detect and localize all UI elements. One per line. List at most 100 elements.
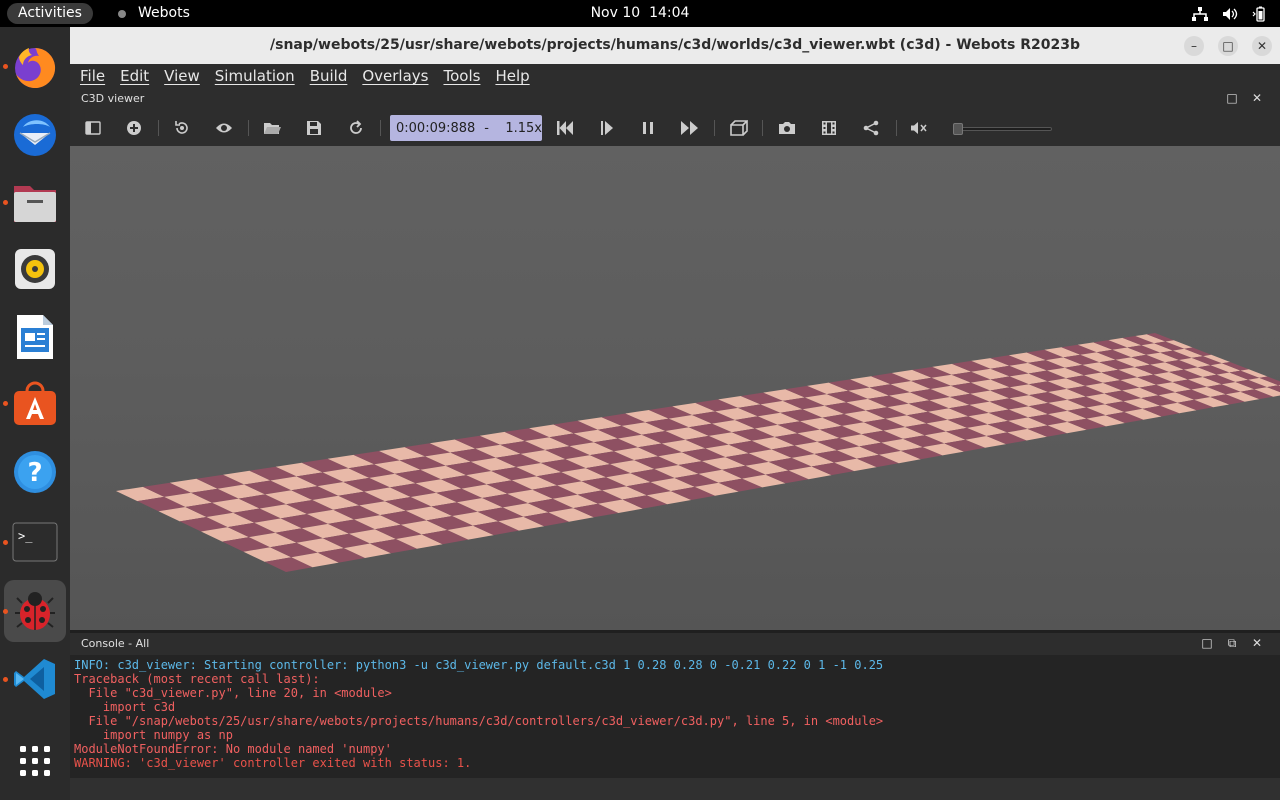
minimize-button[interactable]: – xyxy=(1184,36,1204,56)
show-apps-grid-icon xyxy=(20,746,50,776)
maximize-panel-icon[interactable]: □ xyxy=(1225,91,1239,105)
running-indicator xyxy=(3,401,8,406)
toolbar-separator xyxy=(714,120,715,136)
clock[interactable]: Nov 10 14:04 xyxy=(0,0,1280,27)
menu-simulation[interactable]: Simulation xyxy=(215,64,295,88)
rendering-button[interactable] xyxy=(728,117,750,139)
record-movie-button[interactable] xyxy=(818,117,840,139)
toolbar-separator xyxy=(896,120,897,136)
menu-file[interactable]: File xyxy=(80,64,105,88)
webots-mini-icon xyxy=(118,9,126,18)
dock-firefox[interactable] xyxy=(4,36,66,98)
cube-icon xyxy=(730,120,748,136)
thunderbird-icon xyxy=(14,114,56,156)
dock-show-apps[interactable] xyxy=(4,730,66,792)
fast-forward-button[interactable] xyxy=(679,117,701,139)
files-icon xyxy=(14,186,56,222)
menu-view[interactable]: View xyxy=(164,64,200,88)
activities-button[interactable]: Activities xyxy=(7,3,93,24)
dock-thunderbird[interactable] xyxy=(4,104,66,166)
simulation-time: 0:00:09:888 xyxy=(396,120,476,136)
console-line: import numpy as np xyxy=(74,728,233,742)
dock-rhythmbox[interactable] xyxy=(4,238,66,300)
volume-slider-handle[interactable] xyxy=(953,123,963,135)
share-button[interactable] xyxy=(860,117,882,139)
svg-text:>_: >_ xyxy=(18,529,33,543)
running-indicator xyxy=(3,677,8,682)
add-icon xyxy=(127,121,141,135)
menu-overlays[interactable]: Overlays xyxy=(362,64,428,88)
dock-writer[interactable] xyxy=(4,306,66,368)
window-title: /snap/webots/25/usr/share/webots/project… xyxy=(270,37,1080,53)
menu-edit[interactable]: Edit xyxy=(120,64,149,88)
console-line: File "/snap/webots/25/usr/share/webots/p… xyxy=(74,714,884,728)
volume-slider[interactable] xyxy=(953,123,1052,135)
maximize-button[interactable]: □ xyxy=(1218,36,1238,56)
system-tray[interactable] xyxy=(1192,0,1268,27)
top-bar: Activities Webots Nov 10 14:04 xyxy=(0,0,1280,27)
dock-terminal[interactable]: >_ xyxy=(4,511,66,573)
console-float-icon[interactable]: □ xyxy=(1200,636,1214,650)
screenshot-button[interactable] xyxy=(776,117,798,139)
console-line: ModuleNotFoundError: No module named 'nu… xyxy=(74,742,392,756)
console-close-icon[interactable]: ✕ xyxy=(1250,636,1264,650)
app-center-icon xyxy=(14,381,56,425)
speaker-mute-icon xyxy=(911,122,927,134)
toolbar-separator xyxy=(380,120,381,136)
step-icon xyxy=(601,121,613,135)
eye-icon xyxy=(216,123,232,133)
console-maximize-icon[interactable]: ⧉ xyxy=(1225,636,1239,650)
3d-view-header: C3D viewer □ ✕ xyxy=(70,88,1280,110)
window-titlebar[interactable]: /snap/webots/25/usr/share/webots/project… xyxy=(70,27,1280,64)
3d-viewport[interactable] xyxy=(70,146,1280,630)
dock-files[interactable] xyxy=(4,172,66,234)
view-options-button[interactable] xyxy=(213,117,235,139)
pause-button[interactable] xyxy=(637,117,659,139)
close-button[interactable]: ✕ xyxy=(1252,36,1272,56)
toolbar: 0:00:09:888 - 1.15x xyxy=(70,110,1280,146)
reload-icon xyxy=(350,120,362,134)
menu-help[interactable]: Help xyxy=(495,64,529,88)
dock: ? >_ xyxy=(0,27,70,800)
console-line: File "c3d_viewer.py", line 20, in <modul… xyxy=(74,686,392,700)
simulation-time-display: 0:00:09:888 - 1.15x xyxy=(390,115,542,141)
fast-forward-icon xyxy=(681,121,698,135)
dock-webots[interactable] xyxy=(4,580,66,642)
add-node-button[interactable] xyxy=(123,117,145,139)
scene-tree-icon xyxy=(85,121,101,135)
dock-help[interactable]: ? xyxy=(4,441,66,503)
console-output[interactable]: INFO: c3d_viewer: Starting controller: p… xyxy=(70,655,1280,778)
toolbar-separator xyxy=(762,120,763,136)
menu-tools[interactable]: Tools xyxy=(443,64,480,88)
close-panel-icon[interactable]: ✕ xyxy=(1250,91,1264,105)
network-icon xyxy=(1192,6,1208,21)
toolbar-separator xyxy=(158,120,159,136)
film-icon xyxy=(822,121,836,135)
running-indicator xyxy=(3,609,8,614)
share-icon xyxy=(863,120,879,136)
save-world-button[interactable] xyxy=(303,117,325,139)
floor-tiles xyxy=(116,333,1280,572)
reset-simulation-button[interactable] xyxy=(554,117,576,139)
open-world-button[interactable] xyxy=(261,117,283,139)
folder-open-icon xyxy=(264,123,281,134)
step-button[interactable] xyxy=(596,117,618,139)
toggle-scene-tree-button[interactable] xyxy=(82,117,104,139)
3d-view-title: C3D viewer xyxy=(81,92,145,105)
mute-button[interactable] xyxy=(908,117,930,139)
reload-world-button[interactable] xyxy=(345,117,367,139)
console-line: Traceback (most recent call last): xyxy=(74,672,320,686)
dock-vscode[interactable] xyxy=(4,648,66,710)
menu-build[interactable]: Build xyxy=(310,64,348,88)
running-indicator xyxy=(3,200,8,205)
console-line: WARNING: 'c3d_viewer' controller exited … xyxy=(74,756,472,770)
app-menu[interactable]: Webots xyxy=(116,0,190,27)
app-menu-label: Webots xyxy=(138,5,190,21)
view-rotate-button[interactable] xyxy=(171,117,193,139)
svg-text:?: ? xyxy=(27,458,42,488)
skip-back-icon xyxy=(557,121,573,135)
dock-app-center[interactable] xyxy=(4,373,66,435)
webots-window: /snap/webots/25/usr/share/webots/project… xyxy=(70,27,1280,800)
console-title: Console - All xyxy=(81,637,150,650)
writer-icon xyxy=(17,315,53,359)
